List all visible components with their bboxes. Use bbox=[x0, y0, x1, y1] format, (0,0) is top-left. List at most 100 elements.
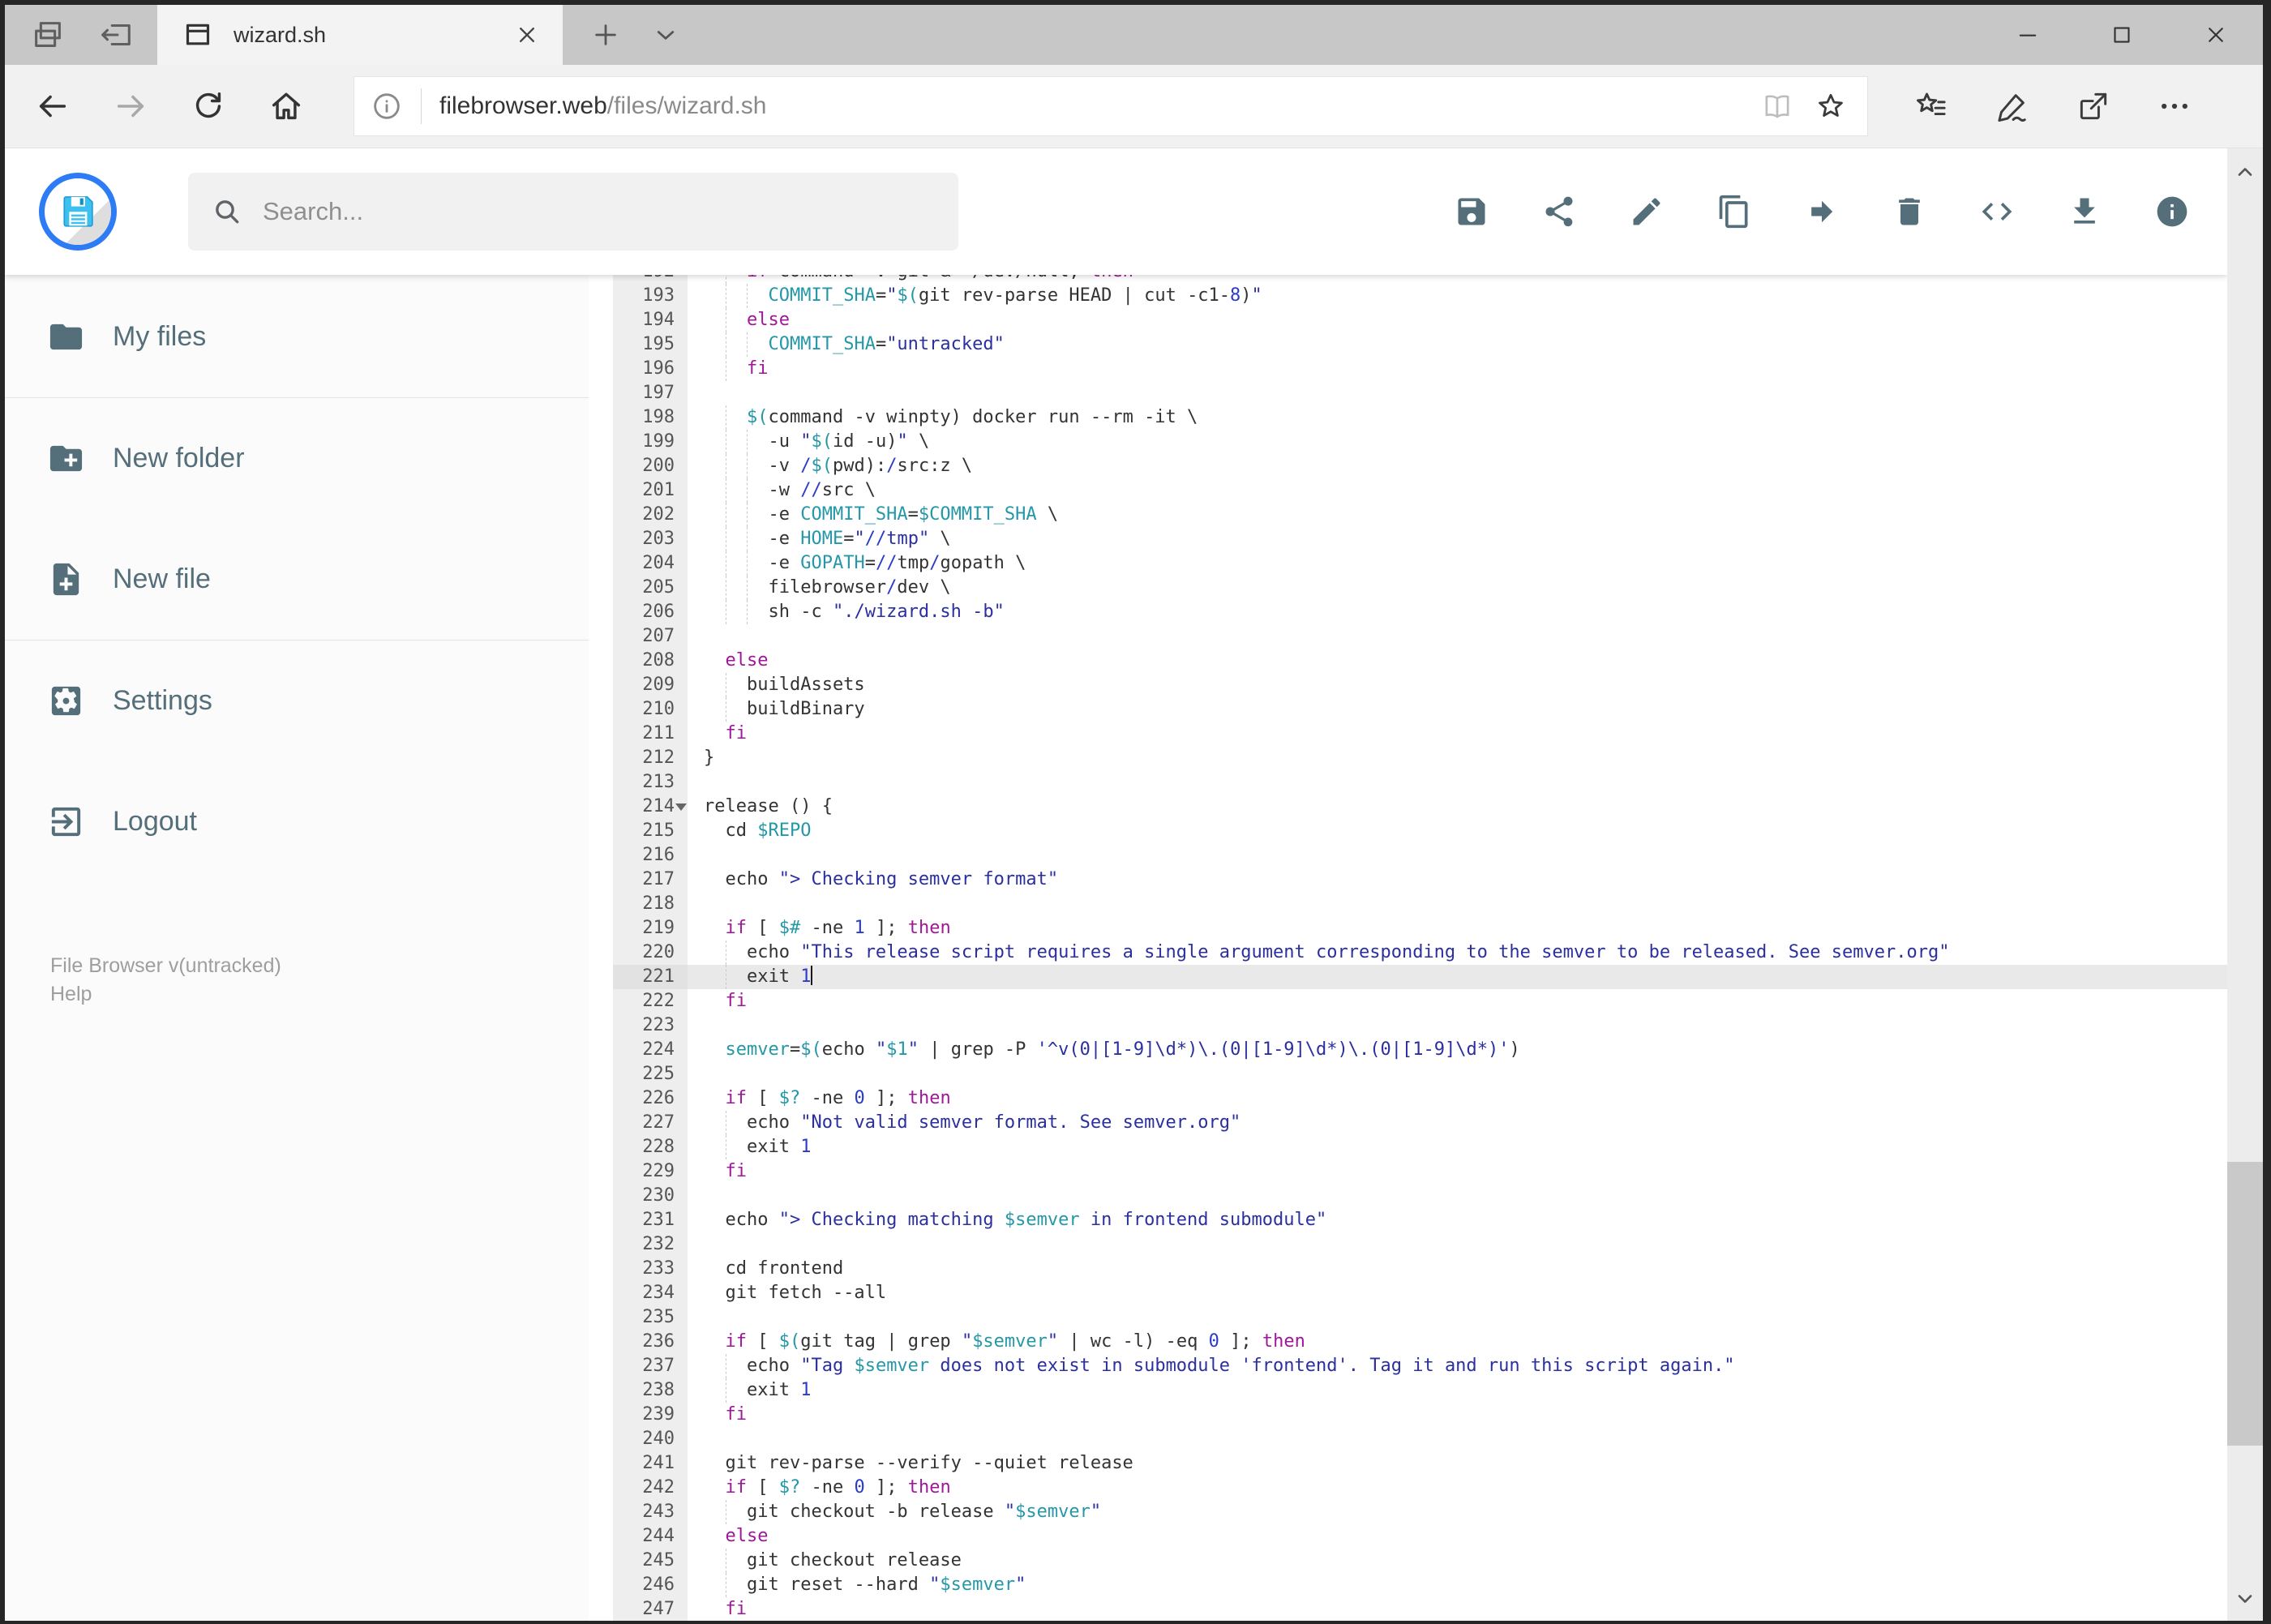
forward-icon[interactable] bbox=[112, 88, 149, 125]
code-line[interactable]: git rev-parse --verify --quiet release bbox=[688, 1451, 2227, 1476]
close-button[interactable] bbox=[2169, 5, 2263, 65]
code-line[interactable]: git fetch --all bbox=[688, 1281, 2227, 1305]
set-tabs-aside-icon[interactable] bbox=[97, 16, 135, 54]
code-line[interactable]: buildAssets bbox=[688, 673, 2227, 697]
more-icon[interactable] bbox=[2157, 88, 2192, 124]
maximize-button[interactable] bbox=[2075, 5, 2169, 65]
code-line[interactable]: cd $REPO bbox=[688, 819, 2227, 843]
filebrowser-logo[interactable] bbox=[39, 173, 117, 251]
scrollbar-thumb[interactable] bbox=[2227, 1162, 2263, 1446]
code-line[interactable] bbox=[688, 1013, 2227, 1038]
code-line[interactable]: -e HOME="//tmp" \ bbox=[688, 527, 2227, 551]
code-line[interactable]: if [ $# -ne 1 ]; then bbox=[688, 916, 2227, 941]
code-line[interactable]: if command -v git &> /dev/null; then bbox=[688, 275, 2227, 284]
code-line[interactable] bbox=[688, 1232, 2227, 1257]
code-line[interactable]: -v /$(pwd):/src:z \ bbox=[688, 454, 2227, 478]
page-scrollbar[interactable] bbox=[2227, 148, 2263, 1621]
code-line[interactable]: if [ $(git tag | grep "$semver" | wc -l)… bbox=[688, 1330, 2227, 1354]
code-line[interactable]: echo "Not valid semver format. See semve… bbox=[688, 1111, 2227, 1135]
code-line[interactable] bbox=[688, 1427, 2227, 1451]
sidebar-item-new-file[interactable]: New file bbox=[5, 519, 589, 640]
delete-button[interactable] bbox=[1892, 194, 1927, 229]
code-line[interactable] bbox=[688, 381, 2227, 405]
code-line[interactable]: git reset --hard "$semver" bbox=[688, 1573, 2227, 1597]
copy-button[interactable] bbox=[1716, 194, 1752, 229]
code-line[interactable]: if [ $? -ne 0 ]; then bbox=[688, 1476, 2227, 1500]
code-line[interactable]: exit 1 bbox=[688, 965, 2227, 989]
code-line[interactable]: semver=$(echo "$1" | grep -P '^v(0|[1-9]… bbox=[688, 1038, 2227, 1062]
code-line[interactable]: fi bbox=[688, 1403, 2227, 1427]
fold-marker-icon[interactable] bbox=[675, 803, 687, 811]
code-line[interactable]: exit 1 bbox=[688, 1378, 2227, 1403]
web-note-icon[interactable] bbox=[1995, 88, 2030, 124]
code-line[interactable]: filebrowser/dev \ bbox=[688, 576, 2227, 600]
code-line[interactable]: buildBinary bbox=[688, 697, 2227, 722]
code-line[interactable] bbox=[688, 1062, 2227, 1086]
code-line[interactable]: fi bbox=[688, 989, 2227, 1013]
share-icon[interactable] bbox=[2076, 88, 2111, 124]
code-view-button[interactable] bbox=[1979, 194, 2015, 229]
code-line[interactable] bbox=[688, 892, 2227, 916]
refresh-icon[interactable] bbox=[190, 88, 227, 125]
code-line[interactable] bbox=[688, 843, 2227, 868]
download-button[interactable] bbox=[2067, 194, 2102, 229]
home-icon[interactable] bbox=[268, 88, 305, 125]
code-line[interactable]: if [ $? -ne 0 ]; then bbox=[688, 1086, 2227, 1111]
code-line[interactable] bbox=[688, 1184, 2227, 1208]
code-line[interactable]: fi bbox=[688, 357, 2227, 381]
code-line[interactable]: echo "This release script requires a sin… bbox=[688, 941, 2227, 965]
help-link[interactable]: Help bbox=[50, 980, 589, 1009]
share-button[interactable] bbox=[1541, 194, 1577, 229]
search-bar[interactable] bbox=[188, 173, 958, 251]
favorite-star-icon[interactable] bbox=[1814, 89, 1848, 123]
code-line[interactable] bbox=[688, 1305, 2227, 1330]
code-line[interactable]: cd frontend bbox=[688, 1257, 2227, 1281]
code-line[interactable] bbox=[688, 770, 2227, 795]
sidebar-item-settings[interactable]: Settings bbox=[5, 641, 589, 761]
code-line[interactable]: echo "Tag $semver does not exist in subm… bbox=[688, 1354, 2227, 1378]
favorites-hub-icon[interactable] bbox=[1913, 88, 1949, 124]
code-line[interactable]: else bbox=[688, 308, 2227, 332]
sidebar-item-new-folder[interactable]: New folder bbox=[5, 398, 589, 519]
minimize-button[interactable] bbox=[1981, 5, 2075, 65]
new-tab-button[interactable] bbox=[589, 18, 623, 52]
code-line[interactable]: -w //src \ bbox=[688, 478, 2227, 503]
url-text[interactable]: filebrowser.web/files/wizard.sh bbox=[439, 92, 1760, 120]
code-line[interactable]: COMMIT_SHA="untracked" bbox=[688, 332, 2227, 357]
code-line[interactable]: git checkout release bbox=[688, 1549, 2227, 1573]
code-line[interactable]: echo "> Checking semver format" bbox=[688, 868, 2227, 892]
tab-close-icon[interactable] bbox=[512, 20, 542, 49]
scroll-up-icon[interactable] bbox=[2231, 158, 2259, 186]
back-icon[interactable] bbox=[34, 88, 71, 125]
tab-list-chevron-icon[interactable] bbox=[649, 18, 683, 52]
save-button[interactable] bbox=[1454, 194, 1489, 229]
move-button[interactable] bbox=[1804, 194, 1840, 229]
search-input[interactable] bbox=[261, 196, 832, 227]
code-line[interactable]: COMMIT_SHA="$(git rev-parse HEAD | cut -… bbox=[688, 284, 2227, 308]
code-line[interactable]: sh -c "./wizard.sh -b" bbox=[688, 600, 2227, 624]
code-line[interactable]: $(command -v winpty) docker run --rm -it… bbox=[688, 405, 2227, 430]
code-line[interactable]: fi bbox=[688, 722, 2227, 746]
code-line[interactable] bbox=[688, 624, 2227, 649]
code-line[interactable]: git checkout -b release "$semver" bbox=[688, 1500, 2227, 1524]
tab-preview-icon[interactable] bbox=[29, 16, 66, 54]
code-line[interactable]: exit 1 bbox=[688, 1135, 2227, 1159]
code-line[interactable]: echo "> Checking matching $semver in fro… bbox=[688, 1208, 2227, 1232]
code-line[interactable]: release () { bbox=[688, 795, 2227, 819]
tab-wizard-sh[interactable]: wizard.sh bbox=[157, 5, 563, 65]
code-line[interactable]: fi bbox=[688, 1159, 2227, 1184]
site-info-icon[interactable] bbox=[371, 90, 403, 122]
code-line[interactable]: else bbox=[688, 649, 2227, 673]
code-line[interactable]: -u "$(id -u)" \ bbox=[688, 430, 2227, 454]
code-line[interactable]: -e GOPATH=//tmp/gopath \ bbox=[688, 551, 2227, 576]
code-line[interactable]: -e COMMIT_SHA=$COMMIT_SHA \ bbox=[688, 503, 2227, 527]
reading-view-icon[interactable] bbox=[1760, 89, 1794, 123]
edit-button[interactable] bbox=[1629, 194, 1665, 229]
code-editor[interactable]: 192 if command -v git &> /dev/null; then… bbox=[589, 275, 2227, 1621]
sidebar-item-logout[interactable]: Logout bbox=[5, 761, 589, 882]
code-line[interactable]: else bbox=[688, 1524, 2227, 1549]
code-line[interactable]: fi bbox=[688, 1597, 2227, 1621]
address-bar[interactable]: filebrowser.web/files/wizard.sh bbox=[354, 76, 1868, 136]
info-button[interactable] bbox=[2154, 194, 2190, 229]
scroll-down-icon[interactable] bbox=[2231, 1585, 2259, 1613]
